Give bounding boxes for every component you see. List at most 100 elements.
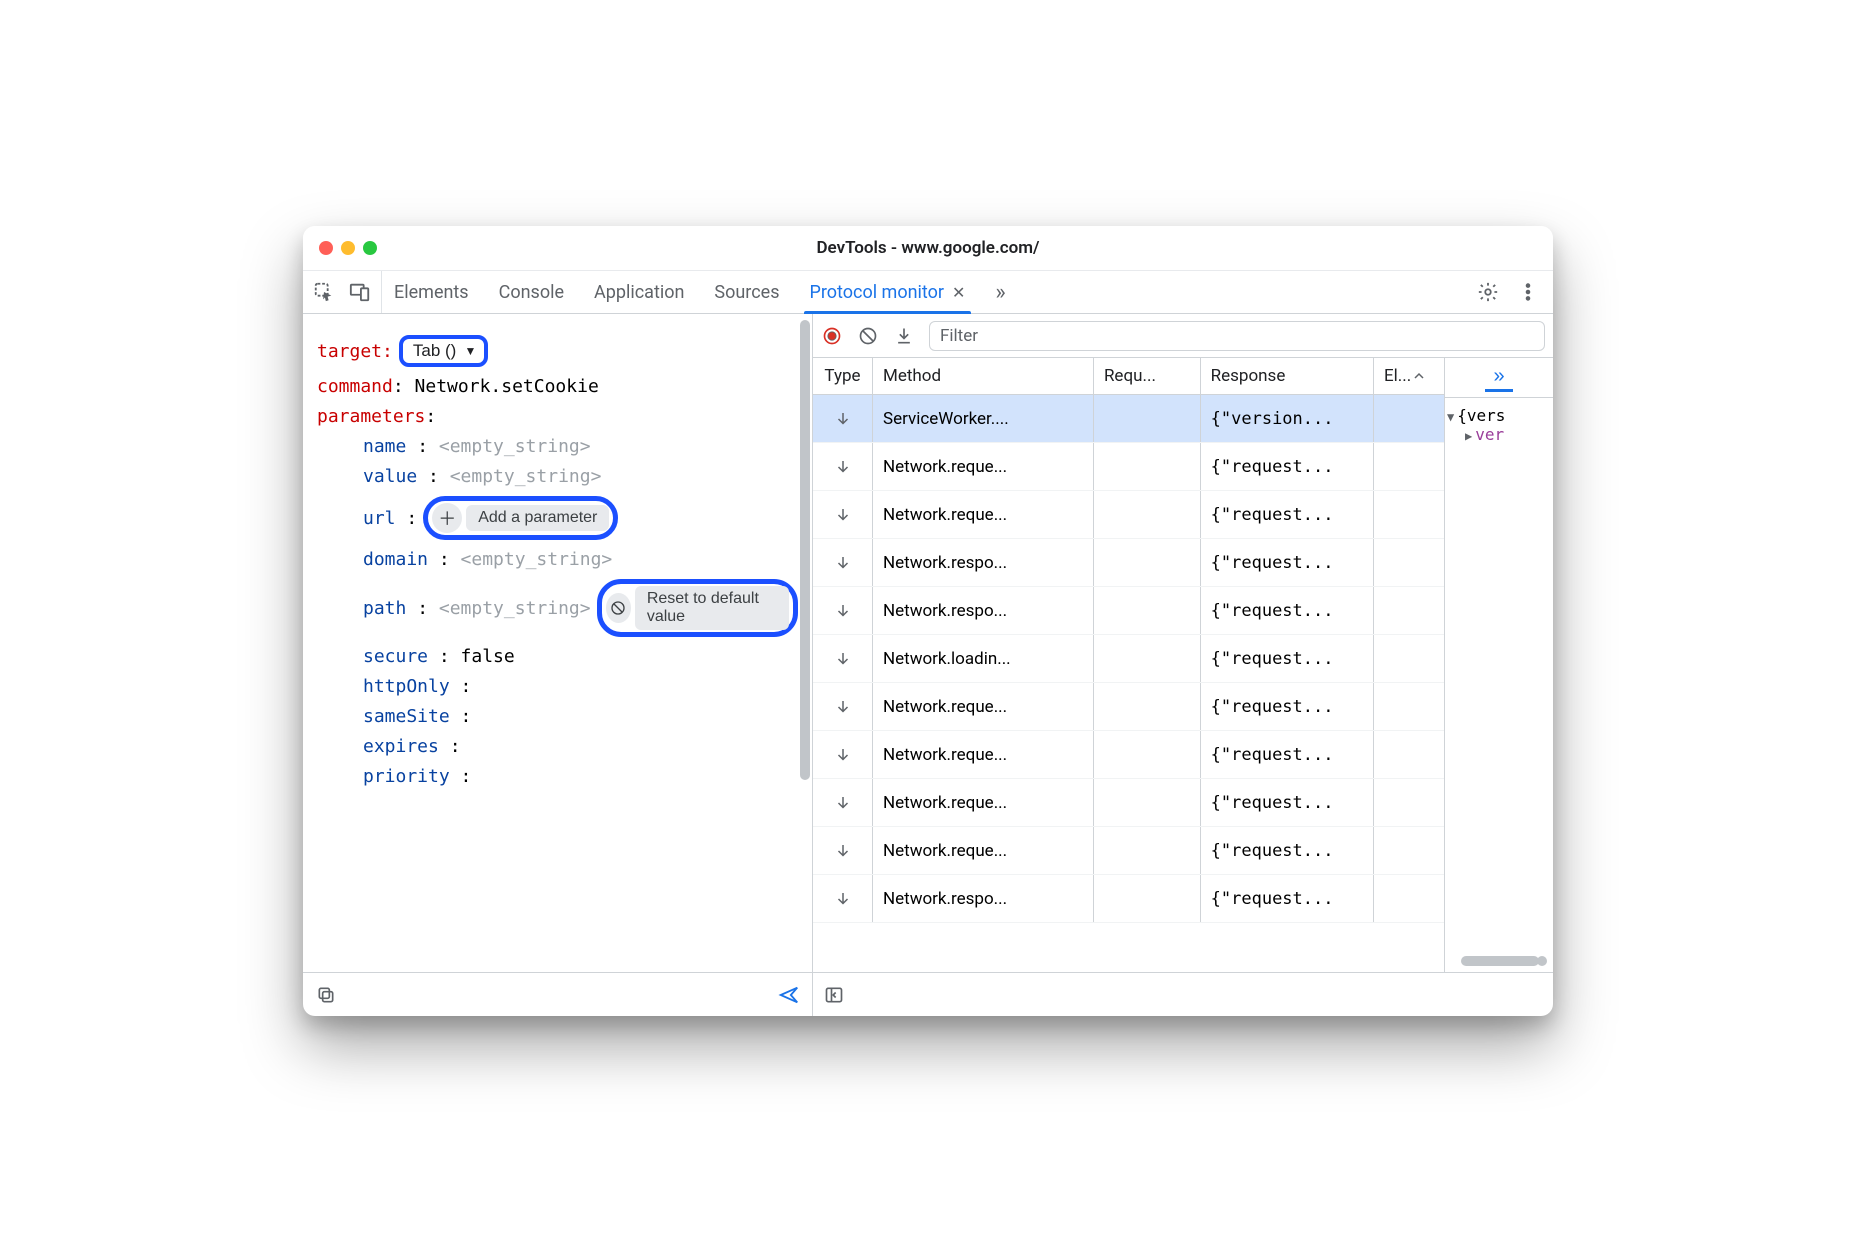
row-request bbox=[1094, 491, 1201, 538]
row-type-icon bbox=[813, 491, 873, 538]
table-row[interactable]: Network.reque...{"request... bbox=[813, 779, 1444, 827]
details-child-row[interactable]: ▶ver bbox=[1447, 425, 1551, 444]
tabs-overflow-button[interactable]: » bbox=[995, 271, 1005, 313]
log-table: Type Method Requ... Response El... Servi… bbox=[813, 358, 1445, 972]
param-name-key: name bbox=[363, 436, 406, 457]
col-request[interactable]: Requ... bbox=[1094, 358, 1201, 394]
log-toolbar: Filter bbox=[813, 314, 1553, 358]
param-httponly-key: httpOnly bbox=[363, 676, 450, 697]
ban-icon bbox=[606, 593, 631, 623]
editor-footer bbox=[303, 972, 812, 1016]
tab-application[interactable]: Application bbox=[594, 271, 684, 313]
command-editor[interactable]: target: Tab () command: Network.setCooki… bbox=[303, 314, 812, 972]
row-method: Network.reque... bbox=[873, 779, 1094, 826]
reset-default-button[interactable]: Reset to default value bbox=[597, 579, 798, 637]
row-type-icon bbox=[813, 683, 873, 730]
close-window-button[interactable] bbox=[319, 241, 333, 255]
param-secure-key: secure bbox=[363, 646, 428, 667]
row-method: Network.loadin... bbox=[873, 635, 1094, 682]
row-method: Network.reque... bbox=[873, 683, 1094, 730]
app-window: DevTools - www.google.com/ Elements Cons… bbox=[303, 226, 1553, 1016]
row-response: {"request... bbox=[1201, 635, 1374, 682]
tab-console[interactable]: Console bbox=[499, 271, 564, 313]
row-method: Network.respo... bbox=[873, 539, 1094, 586]
window-title: DevTools - www.google.com/ bbox=[303, 238, 1553, 258]
col-type[interactable]: Type bbox=[813, 358, 873, 394]
table-row[interactable]: ServiceWorker....{"version... bbox=[813, 395, 1444, 443]
tab-protocol-monitor[interactable]: Protocol monitor ✕ bbox=[810, 271, 966, 313]
record-button[interactable] bbox=[821, 325, 843, 347]
row-type-icon bbox=[813, 395, 873, 442]
col-method[interactable]: Method bbox=[873, 358, 1094, 394]
row-request bbox=[1094, 875, 1201, 922]
send-command-button[interactable] bbox=[778, 984, 800, 1006]
row-request bbox=[1094, 683, 1201, 730]
table-row[interactable]: Network.respo...{"request... bbox=[813, 539, 1444, 587]
row-type-icon bbox=[813, 539, 873, 586]
target-key: target bbox=[317, 341, 382, 362]
row-method: ServiceWorker.... bbox=[873, 395, 1094, 442]
row-method: Network.respo... bbox=[873, 875, 1094, 922]
gear-icon[interactable] bbox=[1477, 281, 1499, 303]
details-overflow-button[interactable]: » bbox=[1485, 363, 1512, 392]
table-row[interactable]: Network.respo...{"request... bbox=[813, 875, 1444, 923]
row-response: {"request... bbox=[1201, 491, 1374, 538]
kebab-menu-icon[interactable] bbox=[1517, 281, 1539, 303]
row-method: Network.respo... bbox=[873, 587, 1094, 634]
inspect-element-icon[interactable] bbox=[313, 281, 335, 303]
download-icon[interactable] bbox=[893, 325, 915, 347]
row-elapsed bbox=[1374, 491, 1444, 538]
row-elapsed bbox=[1374, 827, 1444, 874]
tabs: Elements Console Application Sources Pro… bbox=[394, 271, 1006, 313]
tab-sources[interactable]: Sources bbox=[714, 271, 779, 313]
table-body[interactable]: ServiceWorker....{"version... Network.req… bbox=[813, 395, 1444, 972]
param-priority-key: priority bbox=[363, 766, 450, 787]
table-row[interactable]: Network.reque... {"request... bbox=[813, 491, 1444, 539]
param-url-key: url bbox=[363, 508, 396, 529]
param-secure-value[interactable]: false bbox=[461, 646, 515, 667]
param-path-value[interactable]: <empty_string> bbox=[439, 598, 591, 619]
log-footer bbox=[813, 972, 1553, 1016]
scrollbar-thumb[interactable] bbox=[800, 320, 810, 780]
scrollbar-corner bbox=[1537, 956, 1547, 966]
device-toggle-icon[interactable] bbox=[349, 281, 371, 303]
titlebar: DevTools - www.google.com/ bbox=[303, 226, 1553, 270]
command-value[interactable]: Network.setCookie bbox=[415, 376, 599, 397]
table-row[interactable]: Network.reque...{"request... bbox=[813, 443, 1444, 491]
target-select[interactable]: Tab () bbox=[399, 335, 488, 367]
command-key: command bbox=[317, 376, 393, 397]
row-type-icon bbox=[813, 443, 873, 490]
copy-icon[interactable] bbox=[315, 984, 337, 1006]
h-scrollbar-thumb[interactable] bbox=[1461, 956, 1539, 966]
table-row[interactable]: Network.respo... {"request... bbox=[813, 587, 1444, 635]
row-elapsed bbox=[1374, 587, 1444, 634]
table-row[interactable]: Network.reque...{"request... bbox=[813, 827, 1444, 875]
close-icon[interactable]: ✕ bbox=[952, 283, 965, 302]
param-domain-value[interactable]: <empty_string> bbox=[461, 549, 613, 570]
filter-input[interactable]: Filter bbox=[929, 321, 1545, 351]
col-response[interactable]: Response bbox=[1201, 358, 1374, 394]
clear-log-icon[interactable] bbox=[857, 325, 879, 347]
row-method: Network.reque... bbox=[873, 491, 1094, 538]
param-path-key: path bbox=[363, 598, 406, 619]
table-row[interactable]: Network.reque...{"request... bbox=[813, 731, 1444, 779]
col-elapsed[interactable]: El... bbox=[1374, 358, 1444, 394]
table-row[interactable]: Network.reque...{"request... bbox=[813, 683, 1444, 731]
row-elapsed bbox=[1374, 875, 1444, 922]
add-parameter-button[interactable]: ＋ Add a parameter bbox=[423, 496, 618, 540]
toggle-split-icon[interactable] bbox=[823, 984, 845, 1006]
row-response: {"request... bbox=[1201, 587, 1374, 634]
param-expires-key: expires bbox=[363, 736, 439, 757]
param-name-value[interactable]: <empty_string> bbox=[439, 436, 591, 457]
devtools-tabbar: Elements Console Application Sources Pro… bbox=[303, 270, 1553, 314]
param-value-key: value bbox=[363, 466, 417, 487]
minimize-window-button[interactable] bbox=[341, 241, 355, 255]
param-value-value[interactable]: <empty_string> bbox=[450, 466, 602, 487]
table-row[interactable]: Network.loadin... {"request... bbox=[813, 635, 1444, 683]
row-method: Network.reque... bbox=[873, 731, 1094, 778]
details-root-row[interactable]: ▼{vers bbox=[1447, 406, 1551, 425]
tab-elements[interactable]: Elements bbox=[394, 271, 469, 313]
row-elapsed bbox=[1374, 539, 1444, 586]
maximize-window-button[interactable] bbox=[363, 241, 377, 255]
row-type-icon bbox=[813, 875, 873, 922]
